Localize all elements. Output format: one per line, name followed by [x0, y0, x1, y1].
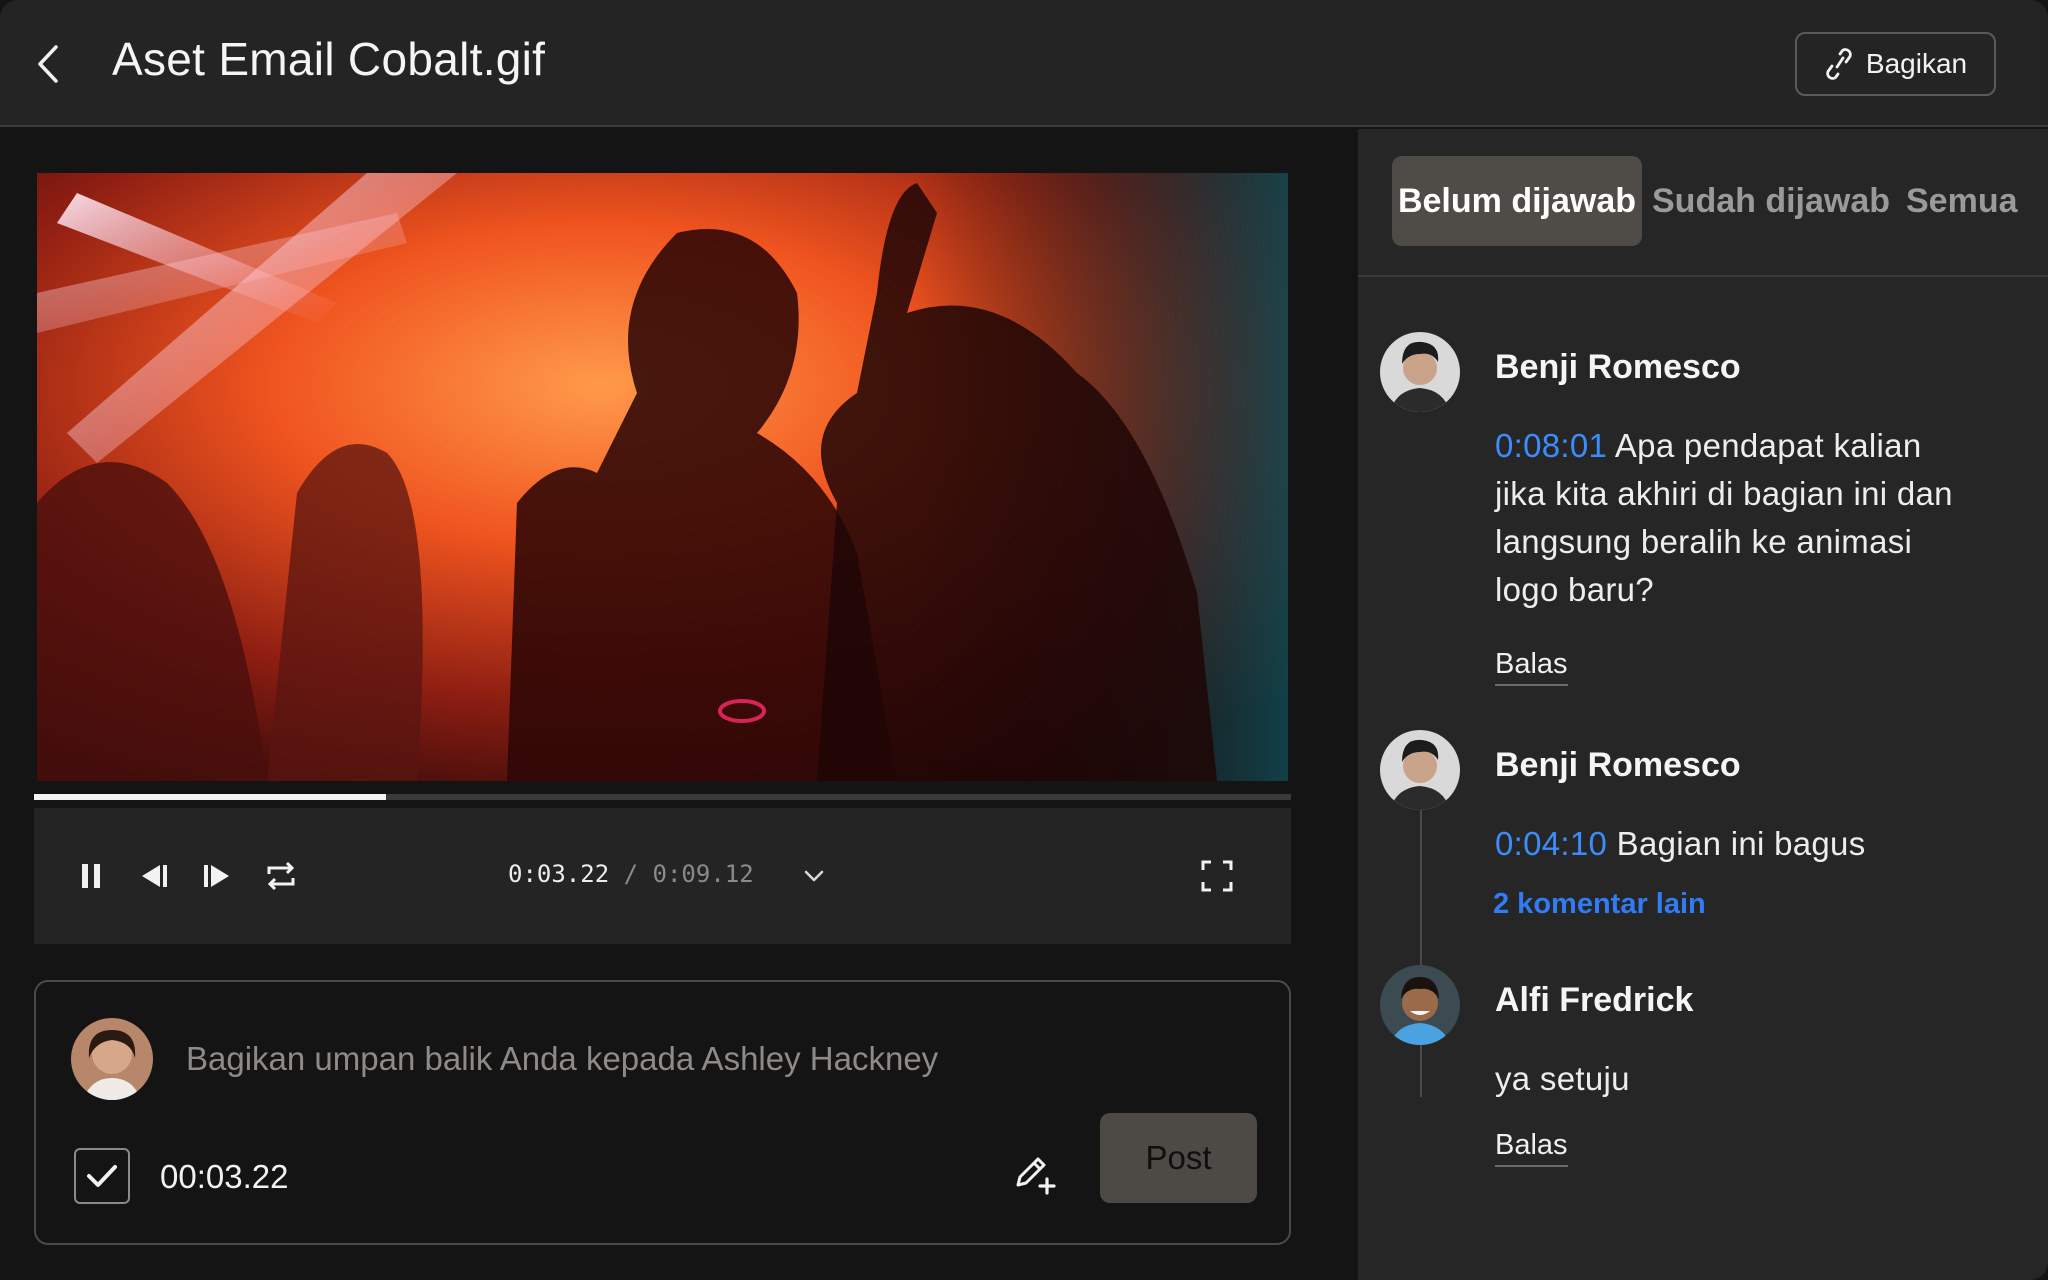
video-image — [37, 173, 1288, 781]
comment-body: 0:04:10 Bagian ini bagus — [1495, 820, 1965, 868]
comment-timestamp: 00:03.22 — [160, 1158, 289, 1195]
comment-text: Bagian ini bagus — [1607, 825, 1866, 862]
time-separator: / — [623, 860, 639, 888]
time-format-dropdown[interactable] — [791, 853, 837, 899]
pause-button[interactable] — [68, 853, 114, 899]
back-button[interactable] — [30, 40, 66, 88]
video-progress-bar[interactable] — [34, 794, 1291, 800]
loop-button[interactable] — [258, 853, 304, 899]
tab-unanswered[interactable]: Belum dijawab — [1392, 156, 1642, 246]
comment-composer: 00:03.22 Post — [34, 980, 1291, 1245]
commenter-avatar-image — [1380, 730, 1460, 810]
reply-button[interactable]: Balas — [1495, 1129, 1568, 1167]
comment-text: ya setuju — [1495, 1060, 1630, 1097]
previous-frame-button[interactable] — [131, 853, 177, 899]
post-button[interactable]: Post — [1100, 1113, 1257, 1203]
next-frame-button[interactable] — [194, 853, 240, 899]
share-button[interactable]: Bagikan — [1795, 32, 1996, 96]
pause-icon — [82, 864, 100, 888]
timestamp-checkbox[interactable] — [74, 1148, 130, 1204]
commenter-avatar-image — [1380, 332, 1460, 412]
share-button-label: Bagikan — [1865, 48, 1968, 79]
comment-timecode-link[interactable]: 0:08:01 — [1495, 427, 1607, 464]
commenter-name: Benji Romesco — [1495, 348, 1741, 386]
commenter-avatar-image — [1380, 965, 1460, 1045]
current-user-avatar — [71, 1018, 153, 1100]
comments-sidebar: Belum dijawab Sudah dijawab Semua Benji … — [1358, 129, 2048, 1280]
checkmark-icon — [87, 1165, 117, 1187]
thread-connector — [1420, 809, 1422, 1097]
total-time: 0:09.12 — [652, 860, 754, 888]
commenter-name: Alfi Fredrick — [1495, 981, 1694, 1019]
chevron-left-icon — [38, 45, 58, 83]
commenter-avatar — [1380, 965, 1460, 1045]
tab-answered[interactable]: Sudah dijawab — [1652, 156, 1890, 246]
comment-body: 0:08:01 Apa pendapat kalian jika kita ak… — [1495, 422, 1965, 614]
current-time: 0:03.22 — [508, 860, 610, 888]
commenter-avatar — [1380, 730, 1460, 810]
fullscreen-button[interactable] — [1194, 853, 1240, 899]
video-frame[interactable] — [37, 173, 1288, 781]
pencil-plus-icon — [1016, 1157, 1056, 1195]
link-icon — [1826, 48, 1852, 80]
user-avatar-image — [71, 1018, 153, 1100]
player-controls: 0:03.22 / 0:09.12 — [34, 808, 1291, 944]
more-replies-link[interactable]: 2 komentar lain — [1493, 888, 1706, 921]
tab-all[interactable]: Semua — [1906, 156, 2018, 246]
step-forward-icon — [204, 865, 229, 887]
fullscreen-icon — [1201, 860, 1233, 892]
annotate-button[interactable] — [1006, 1145, 1062, 1201]
video-progress-fill — [34, 794, 386, 800]
commenter-name: Benji Romesco — [1495, 746, 1741, 784]
main-panel: 0:03.22 / 0:09.12 Bagikan umpan balik An… — [0, 129, 1358, 1280]
time-display: 0:03.22 / 0:09.12 — [508, 860, 754, 888]
comment-filter-tabs: Belum dijawab Sudah dijawab Semua — [1358, 129, 2048, 277]
feedback-input[interactable] — [186, 1034, 1186, 1084]
page-title: Aset Email Cobalt.gif — [112, 33, 546, 85]
comment-timecode-link[interactable]: 0:04:10 — [1495, 825, 1607, 862]
commenter-avatar — [1380, 332, 1460, 412]
repeat-icon — [267, 861, 295, 891]
top-bar: Aset Email Cobalt.gif Bagikan — [0, 0, 2048, 127]
step-back-icon — [142, 865, 167, 887]
reply-button[interactable]: Balas — [1495, 648, 1568, 686]
chevron-down-icon — [804, 870, 824, 882]
app-window: Aset Email Cobalt.gif Bagikan 0:03.22 / … — [0, 0, 2048, 1280]
